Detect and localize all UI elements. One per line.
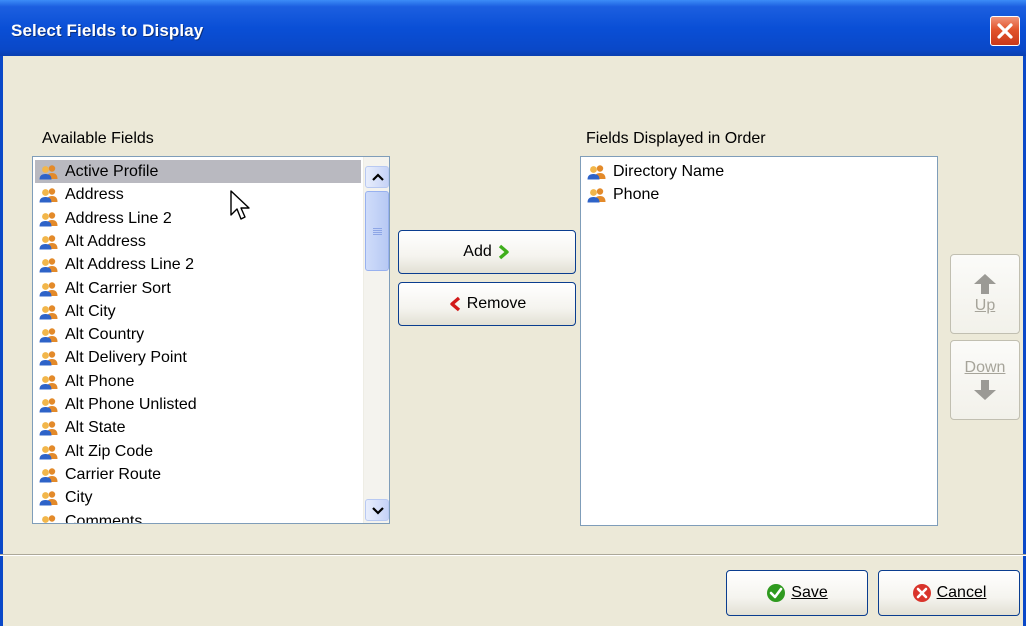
users-icon xyxy=(39,281,58,296)
users-icon xyxy=(39,165,58,180)
users-icon xyxy=(39,468,58,483)
scroll-down-button[interactable] xyxy=(365,499,389,521)
list-item[interactable]: Alt Phone Unlisted xyxy=(35,393,361,416)
list-item-label: Directory Name xyxy=(613,163,725,180)
save-button[interactable]: Save xyxy=(726,570,868,616)
list-item-label: Alt State xyxy=(65,419,126,437)
list-item-label: Comments xyxy=(65,512,143,524)
close-icon xyxy=(997,23,1013,39)
check-icon xyxy=(767,584,786,602)
chevron-right-icon xyxy=(498,244,509,260)
list-item[interactable]: Active Profile xyxy=(35,160,361,183)
remove-button-label: Remove xyxy=(466,295,527,312)
users-icon xyxy=(39,444,58,460)
list-item-label: Phone xyxy=(613,186,660,204)
users-icon xyxy=(39,374,58,390)
list-item-label: Carrier Route xyxy=(65,465,162,483)
list-item-label: Alt Phone Unlisted xyxy=(65,396,197,413)
users-icon xyxy=(39,398,58,413)
arrow-up-icon xyxy=(974,274,996,294)
displayed-fields-label: Fields Displayed in Order xyxy=(586,130,766,147)
list-item[interactable]: Alt Address Line 2 xyxy=(35,253,361,276)
users-icon xyxy=(39,491,58,506)
up-button-label: Up xyxy=(974,297,996,314)
add-button-label: Add xyxy=(463,243,492,260)
list-item-label: Alt Country xyxy=(65,326,145,344)
chevron-down-icon xyxy=(372,507,384,515)
scroll-up-button[interactable] xyxy=(365,166,389,188)
close-button[interactable] xyxy=(990,16,1020,46)
list-item-label: Alt Phone xyxy=(65,372,135,390)
list-item[interactable]: Directory Name xyxy=(583,160,937,183)
list-item[interactable]: Alt Delivery Point xyxy=(35,346,361,369)
chevron-left-icon xyxy=(450,296,460,312)
scroll-thumb[interactable] xyxy=(365,191,389,271)
save-button-label: Save xyxy=(791,584,828,601)
list-item[interactable]: Alt Phone xyxy=(35,370,361,393)
cancel-button[interactable]: Cancel xyxy=(878,570,1020,616)
displayed-fields-list[interactable]: Directory Name Phone xyxy=(580,156,938,526)
users-icon xyxy=(587,165,606,180)
list-item[interactable]: Alt Country xyxy=(35,323,361,346)
users-icon xyxy=(39,305,58,320)
add-button[interactable]: Add xyxy=(398,230,576,274)
select-fields-dialog: Select Fields to Display Available Field… xyxy=(0,0,1026,626)
list-item-label: Address xyxy=(65,186,124,204)
users-icon xyxy=(42,514,56,523)
list-item[interactable]: Address xyxy=(35,183,361,206)
down-button-label: Down xyxy=(964,359,1006,376)
users-icon xyxy=(39,235,58,250)
available-fields-list[interactable]: Active Profile Address Address Line 2 Alt A… xyxy=(32,156,390,524)
users-icon xyxy=(39,351,58,366)
window-frame-left xyxy=(0,56,3,626)
list-item-label: Alt Carrier Sort xyxy=(65,279,171,297)
list-item-label: Alt Address Line 2 xyxy=(65,256,194,274)
list-item[interactable]: Alt Address xyxy=(35,230,361,253)
list-item[interactable]: Alt City xyxy=(35,300,361,323)
users-icon xyxy=(39,421,58,436)
footer-separator xyxy=(0,554,1026,556)
list-item-label: Address Line 2 xyxy=(65,209,172,227)
mouse-cursor-icon xyxy=(230,190,250,220)
list-item[interactable]: Comments xyxy=(35,510,361,524)
list-item[interactable]: Phone xyxy=(583,183,937,206)
down-button[interactable]: Down xyxy=(950,340,1020,420)
remove-button[interactable]: Remove xyxy=(398,282,576,326)
users-icon xyxy=(39,188,58,203)
list-item-label: Alt City xyxy=(65,302,116,320)
list-item-label: Alt Delivery Point xyxy=(65,349,187,367)
available-fields-label: Available Fields xyxy=(42,130,154,147)
list-item[interactable]: Alt Carrier Sort xyxy=(35,277,361,300)
list-item-label: City xyxy=(65,489,93,507)
list-item-label: Alt Address xyxy=(65,232,146,250)
list-item[interactable]: City xyxy=(35,486,361,509)
window-title: Select Fields to Display xyxy=(11,21,204,40)
cancel-button-label: Cancel xyxy=(936,584,987,601)
users-icon xyxy=(39,211,58,227)
title-bar[interactable]: Select Fields to Display xyxy=(0,0,1026,56)
users-icon xyxy=(39,258,58,273)
list-item-label: Active Profile xyxy=(65,163,159,180)
users-icon xyxy=(39,328,58,343)
cancel-icon xyxy=(912,584,931,602)
available-fields-scrollbar[interactable] xyxy=(363,157,389,523)
chevron-up-icon xyxy=(372,173,384,181)
list-item[interactable]: Alt Zip Code xyxy=(35,440,361,463)
list-item[interactable]: Address Line 2 xyxy=(35,207,361,230)
arrow-down-icon xyxy=(974,380,996,400)
list-item[interactable]: Alt State xyxy=(35,416,361,439)
list-item[interactable]: Carrier Route xyxy=(35,463,361,486)
users-icon xyxy=(587,188,606,203)
list-item-label: Alt Zip Code xyxy=(65,442,154,460)
up-button[interactable]: Up xyxy=(950,254,1020,334)
